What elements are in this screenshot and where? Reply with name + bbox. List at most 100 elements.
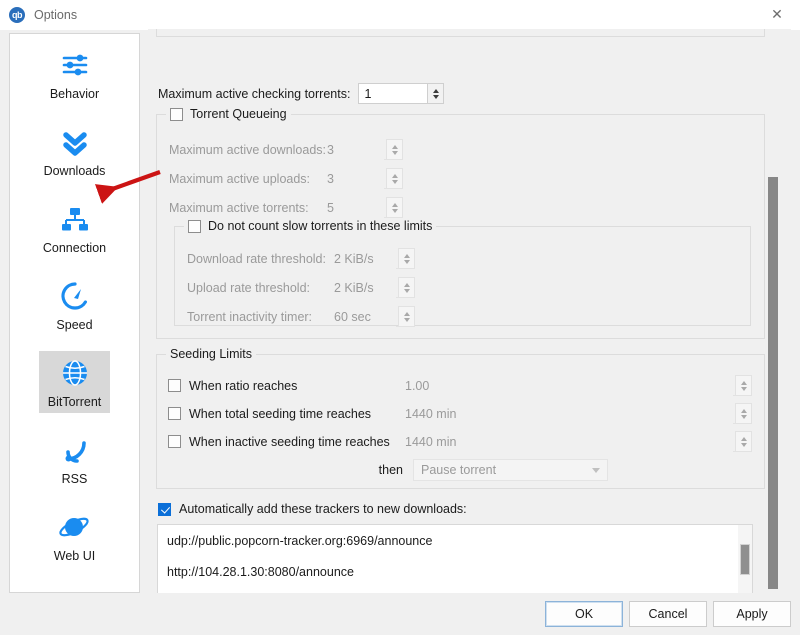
- network-icon: [58, 202, 92, 236]
- sidebar-item-downloads[interactable]: Downloads: [10, 111, 139, 188]
- stepper-down-icon[interactable]: [740, 414, 747, 419]
- stepper-buttons[interactable]: [386, 197, 403, 218]
- sliders-icon: [58, 48, 92, 82]
- download-rate-threshold-stepper[interactable]: [396, 248, 415, 269]
- sidebar-item-label: Web UI: [53, 549, 96, 563]
- sidebar-item-rss[interactable]: RSS: [10, 419, 139, 496]
- when-inactive-seeding-time-row: When inactive seeding time reaches 1440 …: [168, 431, 752, 452]
- torrent-queueing-group: Torrent Queueing Maximum active download…: [156, 107, 765, 339]
- stepper-buttons[interactable]: [386, 168, 403, 189]
- then-action-row: then Pause torrent: [168, 459, 752, 481]
- torrent-queueing-checkbox[interactable]: [170, 107, 183, 121]
- max-active-uploads-stepper[interactable]: [384, 168, 403, 189]
- torrent-inactivity-timer-value: 60 sec: [334, 309, 371, 324]
- slow-torrents-checkbox[interactable]: [188, 219, 201, 233]
- settings-vertical-scroll-thumb[interactable]: [768, 177, 778, 589]
- speedometer-icon: [58, 279, 92, 313]
- trackers-textarea[interactable]: udp://public.popcorn-tracker.org:6969/an…: [157, 524, 753, 593]
- max-active-torrents-stepper[interactable]: [384, 197, 403, 218]
- stepper-up-icon[interactable]: [432, 88, 439, 93]
- ok-button[interactable]: OK: [545, 601, 623, 627]
- when-inactive-seeding-time-checkbox[interactable]: [168, 435, 181, 448]
- max-active-torrents-label: Maximum active torrents:: [169, 200, 309, 215]
- stepper-up-icon[interactable]: [740, 380, 747, 385]
- then-action-select[interactable]: Pause torrent: [413, 459, 608, 481]
- when-ratio-reaches-checkbox[interactable]: [168, 379, 181, 392]
- stepper-down-icon[interactable]: [432, 94, 439, 99]
- max-checking-torrents-stepper[interactable]: 1: [358, 83, 445, 104]
- max-active-downloads-label: Maximum active downloads:: [169, 142, 327, 157]
- settings-vertical-scrollbar[interactable]: [766, 32, 781, 593]
- auto-add-trackers-header[interactable]: Automatically add these trackers to new …: [158, 502, 467, 516]
- max-active-downloads-value: 3: [327, 142, 334, 157]
- stepper-up-icon[interactable]: [740, 408, 747, 413]
- apply-button[interactable]: Apply: [713, 601, 791, 627]
- stepper-buttons[interactable]: [427, 83, 445, 104]
- stepper-up-icon[interactable]: [391, 144, 398, 149]
- stepper-down-icon[interactable]: [391, 208, 398, 213]
- when-ratio-reaches-label: When ratio reaches: [189, 378, 298, 393]
- max-active-downloads-stepper[interactable]: [384, 139, 403, 160]
- torrent-inactivity-timer-row: Torrent inactivity timer: 60 sec: [187, 306, 415, 327]
- sidebar: Behavior Downloads Connection Speed BitT…: [9, 33, 140, 593]
- auto-add-trackers-checkbox[interactable]: [158, 502, 171, 516]
- dialog-button-bar: OK Cancel Apply: [0, 593, 800, 635]
- sidebar-item-label: Downloads: [43, 164, 106, 178]
- sidebar-item-advanced[interactable]: Advanced: [10, 573, 139, 592]
- trackers-vertical-scroll-thumb[interactable]: [740, 544, 750, 575]
- sidebar-item-speed[interactable]: Speed: [10, 265, 139, 342]
- globe-icon: [58, 356, 92, 390]
- stepper-down-icon[interactable]: [391, 179, 398, 184]
- stepper-up-icon[interactable]: [391, 173, 398, 178]
- upload-rate-threshold-row: Upload rate threshold: 2 KiB/s: [187, 277, 415, 298]
- max-active-uploads-label: Maximum active uploads:: [169, 171, 311, 186]
- upload-rate-threshold-label: Upload rate threshold:: [187, 280, 310, 295]
- inactive-seeding-time-stepper[interactable]: [733, 431, 752, 452]
- max-checking-torrents-value[interactable]: 1: [358, 83, 428, 104]
- torrent-inactivity-timer-stepper[interactable]: [396, 306, 415, 327]
- seeding-limits-group: Seeding Limits When ratio reaches 1.00 W…: [156, 347, 765, 489]
- stepper-down-icon[interactable]: [391, 150, 398, 155]
- when-total-seeding-time-row: When total seeding time reaches 1440 min: [168, 403, 752, 424]
- stepper-down-icon[interactable]: [403, 259, 410, 264]
- stepper-up-icon[interactable]: [391, 202, 398, 207]
- stepper-buttons[interactable]: [735, 403, 752, 424]
- sidebar-item-label: Speed: [56, 318, 93, 332]
- stepper-buttons[interactable]: [398, 277, 415, 298]
- then-label: then: [378, 463, 403, 477]
- window-title: Options: [34, 8, 78, 22]
- stepper-down-icon[interactable]: [740, 386, 747, 391]
- auto-add-trackers-label: Automatically add these trackers to new …: [179, 502, 467, 516]
- cancel-button[interactable]: Cancel: [629, 601, 707, 627]
- stepper-down-icon[interactable]: [403, 288, 410, 293]
- stepper-buttons[interactable]: [386, 139, 403, 160]
- double-chevron-down-icon: [58, 125, 92, 159]
- sidebar-item-webui[interactable]: Web UI: [10, 496, 139, 573]
- stepper-up-icon[interactable]: [403, 311, 410, 316]
- stepper-up-icon[interactable]: [740, 436, 747, 441]
- total-seeding-time-stepper[interactable]: [733, 403, 752, 424]
- sidebar-item-connection[interactable]: Connection: [10, 188, 139, 265]
- torrent-queueing-header[interactable]: Torrent Queueing: [166, 107, 291, 121]
- stepper-down-icon[interactable]: [403, 317, 410, 322]
- sidebar-item-label: Behavior: [49, 87, 100, 101]
- stepper-up-icon[interactable]: [403, 282, 410, 287]
- when-inactive-seeding-time-value: 1440 min: [405, 434, 457, 449]
- stepper-up-icon[interactable]: [403, 253, 410, 258]
- stepper-buttons[interactable]: [735, 431, 752, 452]
- stepper-buttons[interactable]: [398, 248, 415, 269]
- trackers-vertical-scrollbar[interactable]: [738, 525, 752, 593]
- sidebar-item-behavior[interactable]: Behavior: [10, 34, 139, 111]
- max-active-downloads-row: Maximum active downloads: 3: [169, 139, 403, 160]
- rss-icon: [58, 433, 92, 467]
- when-total-seeding-time-checkbox[interactable]: [168, 407, 181, 420]
- slow-torrents-header[interactable]: Do not count slow torrents in these limi…: [184, 219, 437, 233]
- sidebar-item-bittorrent[interactable]: BitTorrent: [10, 342, 139, 419]
- upload-rate-threshold-stepper[interactable]: [396, 277, 415, 298]
- ratio-stepper[interactable]: [733, 375, 752, 396]
- close-icon[interactable]: ✕: [754, 0, 800, 30]
- stepper-buttons[interactable]: [735, 375, 752, 396]
- stepper-down-icon[interactable]: [740, 442, 747, 447]
- sidebar-item-label: BitTorrent: [47, 395, 102, 409]
- stepper-buttons[interactable]: [398, 306, 415, 327]
